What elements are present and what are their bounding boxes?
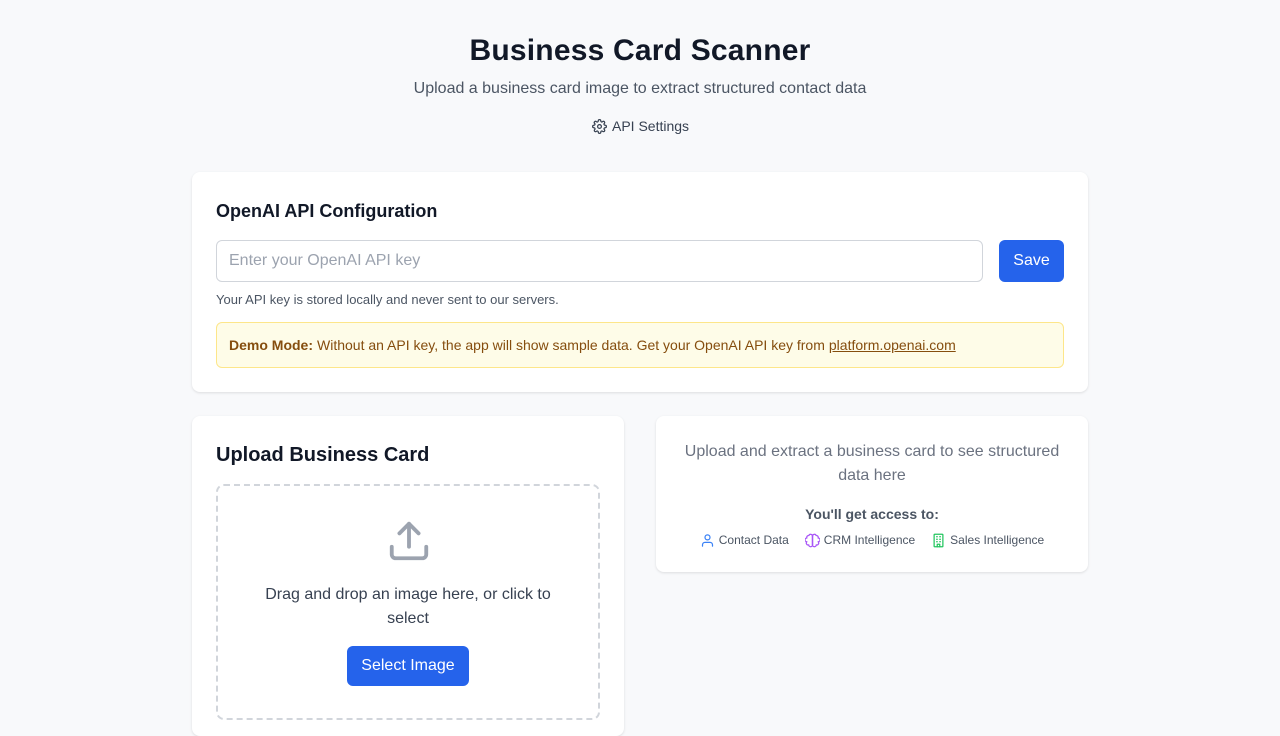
dropzone[interactable]: Drag and drop an image here, or click to…	[216, 484, 600, 720]
feature-label: CRM Intelligence	[823, 533, 916, 547]
gear-icon	[592, 118, 607, 134]
feature-contact-data: Contact Data	[700, 530, 789, 550]
select-image-button[interactable]: Select Image	[347, 646, 469, 686]
feature-list: Contact Data CRM Intelligence Sales Inte…	[656, 530, 1088, 550]
demo-mode-label: Demo Mode:	[229, 337, 313, 353]
api-config-card: OpenAI API Configuration Save Your API k…	[192, 172, 1088, 392]
brain-icon	[804, 533, 820, 547]
upload-title: Upload Business Card	[216, 444, 430, 466]
feature-label: Contact Data	[718, 533, 789, 547]
feature-crm-intelligence: CRM Intelligence	[804, 530, 916, 550]
upload-icon	[389, 521, 429, 561]
user-icon	[701, 533, 713, 547]
feature-sales-intelligence: Sales Intelligence	[931, 530, 1044, 550]
api-settings-label: API Settings	[612, 118, 690, 134]
page-subtitle: Upload a business card image to extract …	[413, 80, 867, 97]
feature-label: Sales Intelligence	[950, 533, 1045, 547]
api-key-input[interactable]	[216, 240, 983, 282]
api-key-help-text: Your API key is stored locally and never…	[216, 292, 559, 307]
page-title: Business Card Scanner	[469, 34, 811, 67]
config-title: OpenAI API Configuration	[216, 201, 438, 221]
results-empty-text: Upload and extract a business card to se…	[684, 443, 1060, 484]
upload-card: Upload Business Card Drag and drop an im…	[192, 416, 624, 736]
api-settings-button[interactable]: API Settings	[592, 116, 689, 136]
demo-mode-text: Without an API key, the app will show sa…	[317, 337, 825, 353]
building-icon	[933, 533, 944, 547]
openai-platform-link[interactable]: platform.openai.com	[829, 337, 956, 353]
dropzone-text: Drag and drop an image here, or click to…	[265, 586, 551, 627]
results-card: Upload and extract a business card to se…	[656, 416, 1088, 572]
access-title: You'll get access to:	[805, 506, 939, 522]
save-button[interactable]: Save	[999, 240, 1064, 282]
demo-mode-banner: Demo Mode: Without an API key, the app w…	[216, 322, 1064, 368]
